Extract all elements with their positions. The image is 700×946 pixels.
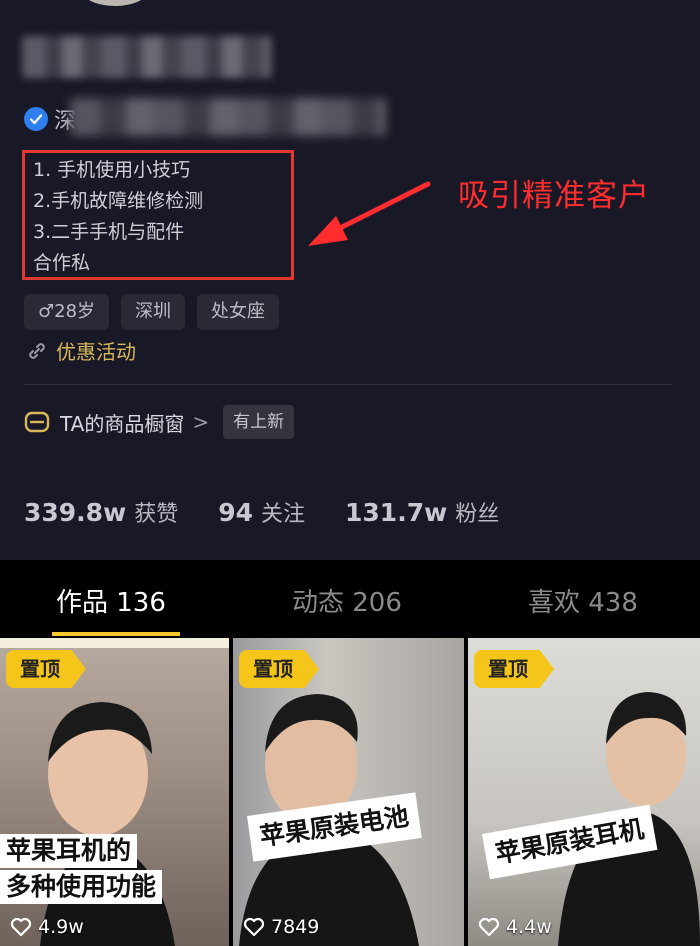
video-grid: 置顶 苹果耳机的 多种使用功能 4.9w 置顶 苹果原装电池 7849 置顶 苹… bbox=[0, 638, 700, 946]
heart-icon bbox=[243, 917, 265, 937]
tab-activity[interactable]: 动态 206 bbox=[292, 582, 402, 619]
shop-window-icon bbox=[24, 411, 50, 433]
tag-zodiac: 处女座 bbox=[197, 294, 280, 330]
pinned-badge: 置顶 bbox=[474, 650, 554, 688]
stat-value: 131.7w bbox=[345, 498, 448, 527]
video-thumbnail[interactable]: 置顶 苹果原装耳机 4.4w bbox=[468, 638, 700, 946]
pinned-badge: 置顶 bbox=[6, 650, 86, 688]
video-thumbnail[interactable]: 置顶 苹果原装电池 7849 bbox=[233, 638, 464, 946]
like-count-text: 7849 bbox=[271, 916, 320, 938]
stat-label: 获赞 bbox=[134, 502, 179, 527]
annotation-label: 吸引精准客户 bbox=[458, 178, 650, 214]
like-count: 7849 bbox=[243, 916, 319, 938]
bio-line: 2.手机故障维修检测 bbox=[33, 190, 204, 212]
stat-label: 粉丝 bbox=[455, 502, 500, 527]
link-icon bbox=[29, 342, 45, 359]
stat-likes[interactable]: 339.8w 获赞 bbox=[24, 496, 178, 528]
promo-link[interactable]: 优惠活动 bbox=[26, 336, 136, 365]
divider bbox=[24, 384, 672, 385]
blurred-nickname bbox=[22, 36, 272, 78]
pinned-badge: 置顶 bbox=[239, 650, 319, 688]
annotation-arrow-icon bbox=[308, 181, 431, 246]
video-caption: 多种使用功能 bbox=[0, 870, 163, 904]
profile-stats: 339.8w 获赞 94 关注 131.7w 粉丝 bbox=[24, 496, 499, 528]
bio-line: 1. 手机使用小技巧 bbox=[33, 159, 191, 181]
blurred-verification bbox=[70, 98, 386, 136]
bio-highlight-box: 1. 手机使用小技巧 2.手机故障维修检测 3.二手手机与配件 合作私 bbox=[22, 150, 294, 280]
promo-label: 优惠活动 bbox=[56, 340, 136, 364]
tab-likes[interactable]: 喜欢 438 bbox=[528, 582, 638, 619]
stat-value: 94 bbox=[218, 498, 253, 527]
shop-window-label: TA的商品橱窗 bbox=[60, 411, 185, 436]
heart-icon bbox=[10, 917, 32, 937]
stat-value: 339.8w bbox=[24, 498, 127, 527]
person-image bbox=[40, 702, 175, 946]
active-tab-indicator bbox=[52, 632, 180, 636]
video-caption: 苹果耳机的 bbox=[0, 834, 138, 868]
video-thumbnail[interactable]: 置顶 苹果耳机的 多种使用功能 4.9w bbox=[0, 638, 229, 946]
tag-city: 深圳 bbox=[121, 294, 186, 330]
stat-following[interactable]: 94 关注 bbox=[218, 496, 305, 528]
stat-followers[interactable]: 131.7w 粉丝 bbox=[345, 496, 499, 528]
verification-row: 深 bbox=[24, 104, 76, 134]
tag-age: ♂28岁 bbox=[24, 294, 110, 330]
stat-label: 关注 bbox=[261, 502, 306, 527]
chevron-right-icon: > bbox=[192, 410, 210, 434]
like-count: 4.9w bbox=[10, 916, 84, 938]
new-items-badge: 有上新 bbox=[223, 405, 295, 439]
tab-works[interactable]: 作品 136 bbox=[56, 582, 166, 619]
heart-icon bbox=[478, 917, 500, 937]
profile-tags: ♂28岁 深圳 处女座 bbox=[24, 294, 280, 330]
avatar[interactable] bbox=[80, 0, 150, 6]
bio-line: 3.二手手机与配件 bbox=[33, 221, 185, 243]
like-count-text: 4.9w bbox=[38, 916, 84, 938]
like-count-text: 4.4w bbox=[506, 916, 552, 938]
like-count: 4.4w bbox=[478, 916, 552, 938]
content-tabs: 作品 136 动态 206 喜欢 438 bbox=[0, 560, 700, 638]
shop-window-link[interactable]: TA的商品橱窗 > 有上新 bbox=[24, 404, 295, 440]
bio-line: 合作私 bbox=[33, 252, 91, 274]
verified-check-icon bbox=[24, 107, 48, 131]
